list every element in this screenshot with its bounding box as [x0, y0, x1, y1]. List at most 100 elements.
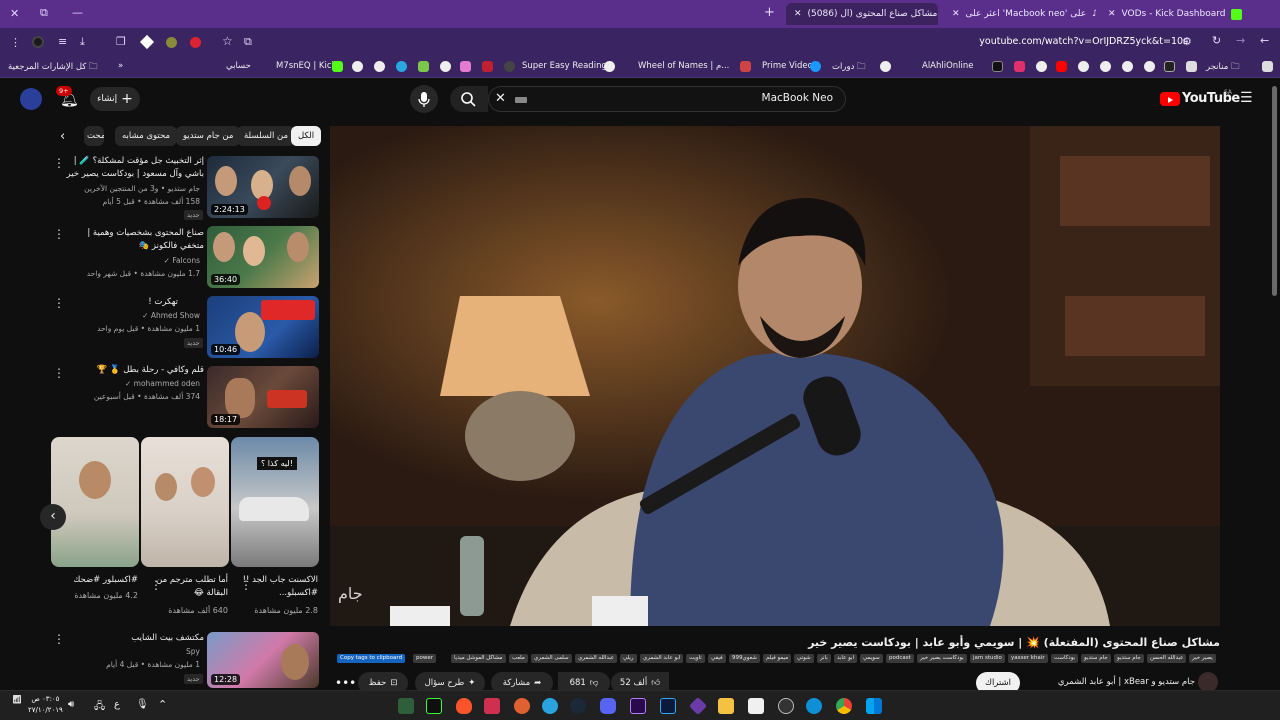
scrollbar-thumb[interactable] [1272, 86, 1277, 296]
channel-avatar[interactable] [1198, 672, 1218, 692]
bookmark-all[interactable]: كل الإشارات المرجعية 🗀 [8, 61, 98, 75]
clear-search-icon[interactable]: ✕ [495, 91, 506, 106]
chip-jam-studio[interactable]: من جام ستديو [176, 126, 241, 146]
video-tag[interactable]: تاويت [686, 654, 705, 663]
record-icon[interactable] [190, 37, 201, 48]
wifi-icon[interactable]: 📶︎ [12, 695, 22, 704]
bookmark-my-account[interactable]: حسابي [226, 61, 251, 71]
video-tag[interactable]: بودكاست [1051, 654, 1079, 663]
video-title[interactable]: إثر التخبيث جل مؤقت لمشكلة؟ 🧪 | باشي وآل… [64, 155, 204, 181]
voice-search-button[interactable] [410, 85, 438, 113]
keyboard-icon[interactable] [515, 97, 527, 103]
chip-all[interactable]: الكل [291, 126, 322, 146]
playlist-icon[interactable]: ≡ [58, 35, 67, 48]
video-player[interactable]: جام [330, 126, 1220, 626]
more-options-icon[interactable]: ⋮ [53, 366, 65, 380]
globe-icon[interactable] [374, 61, 385, 72]
chrome-icon[interactable] [836, 698, 852, 714]
menu-icon[interactable]: ⋮ [10, 36, 21, 49]
bookmark-prime-video[interactable]: Prime Video [762, 61, 813, 71]
chips-prev-icon[interactable]: ‹ [60, 129, 65, 144]
taskbar-app-icon[interactable] [778, 698, 794, 714]
video-tag[interactable]: عبدالله الشمري [575, 654, 618, 663]
download-icon[interactable]: ⤓ [80, 35, 85, 49]
video-tag[interactable]: عبدالله الحسن [1147, 654, 1187, 663]
avatar-ext-icon[interactable] [166, 37, 177, 48]
video-title[interactable]: قلم وكافي - رحلة بطل 🥇 🏆 [64, 364, 204, 377]
url-text[interactable]: youtube.com/watch?v=OrIJDRZ5yck&t=10s [979, 36, 1188, 47]
tab-youtube-active[interactable]: ✕ (5086) مشاكل صناع المحتوى (ال... [786, 3, 938, 25]
globe-icon[interactable] [440, 61, 451, 72]
more-options-icon[interactable]: ⋮ [53, 632, 65, 646]
restore-icon[interactable]: ⧉ [40, 6, 48, 20]
bookmark-icon[interactable] [1186, 61, 1197, 72]
discord-icon[interactable] [600, 698, 616, 714]
channel-name[interactable]: جام ستديو و xBear | أبو عابد الشمري [1030, 677, 1195, 687]
taskbar-app-icon[interactable] [688, 696, 708, 716]
video-tag[interactable]: ابو عابد [834, 654, 858, 663]
power-button[interactable]: power [413, 654, 436, 663]
video-tag[interactable]: podcast [886, 654, 914, 663]
new-tab-icon[interactable]: + [764, 5, 775, 20]
back-icon[interactable]: ← [1260, 34, 1269, 47]
more-options-icon[interactable]: ⋮ [53, 227, 65, 241]
taskbar-app-icon[interactable] [398, 698, 414, 714]
more-options-icon[interactable]: ⋮ [53, 296, 65, 310]
bookmark-icon[interactable] [396, 61, 407, 72]
video-tag[interactable]: ملعب [509, 654, 528, 663]
clock[interactable]: ٠٣:٠٥ ص ٢٧/١٠/٢٠١٩ [28, 694, 63, 716]
video-tag[interactable]: jam studio [970, 654, 1005, 663]
video-thumbnail[interactable]: 18:17 [207, 366, 319, 428]
video-tag[interactable]: بودكاست يصير خير [917, 654, 967, 663]
apps-icon[interactable] [1262, 61, 1273, 72]
diamond-icon[interactable] [139, 34, 155, 50]
copy-tags-button[interactable]: Copy tags to clipboard [337, 654, 406, 663]
steam-icon[interactable] [570, 698, 586, 714]
bookmark-icon[interactable] [460, 61, 471, 72]
short-thumbnail[interactable] [141, 437, 229, 567]
instagram-icon[interactable] [1014, 61, 1025, 72]
globe-icon[interactable] [880, 61, 891, 72]
video-tag[interactable]: شعوي999 [729, 654, 760, 663]
search-button[interactable] [450, 86, 488, 112]
minimize-icon[interactable]: — [72, 6, 83, 19]
more-options-icon[interactable]: ⋮ [150, 578, 162, 592]
short-thumbnail[interactable]: ليه كذا ؟! [231, 437, 319, 567]
more-actions-icon[interactable]: ••• [335, 676, 356, 690]
video-tag[interactable]: فيفي [708, 654, 726, 663]
video-thumbnail[interactable]: 2:24:13 [207, 156, 319, 218]
globe-icon[interactable] [604, 61, 615, 72]
video-channel[interactable]: Falcons ✓ [60, 256, 200, 265]
input-language[interactable]: ع [114, 699, 120, 710]
bookmark-icon[interactable] [504, 61, 515, 72]
video-tag[interactable]: بانر [817, 654, 831, 663]
video-thumbnail[interactable]: 12:28 [207, 632, 319, 688]
video-thumbnail[interactable]: 36:40 [207, 226, 319, 288]
video-title[interactable]: صناع المحتوى بشخصيات وهمية | متخفي فالكو… [64, 227, 204, 253]
globe-icon[interactable] [1144, 61, 1155, 72]
globe-icon[interactable] [1100, 61, 1111, 72]
video-tag[interactable]: شوتي [794, 654, 814, 663]
tab-close-icon[interactable]: ✕ [1108, 9, 1116, 19]
video-tag[interactable]: yasser khair [1008, 654, 1048, 663]
youtube-logo-icon[interactable] [1160, 92, 1180, 106]
chip-series[interactable]: من السلسلة [237, 126, 296, 146]
shorts-prev-button[interactable]: ‹ [40, 504, 66, 530]
microphone-tray-icon[interactable]: 🎙︎ [136, 699, 149, 710]
short-title[interactable]: #اكسبلور #ضحك [58, 574, 138, 587]
file-explorer-icon[interactable] [718, 698, 734, 714]
create-button[interactable]: إنشاء + [90, 87, 140, 111]
video-tag[interactable]: جام ستديو [1114, 654, 1144, 663]
more-options-icon[interactable]: ⋮ [53, 156, 65, 170]
brave-icon[interactable] [456, 698, 472, 714]
extensions-icon[interactable]: ❐ [116, 35, 126, 48]
taskbar-app-icon[interactable] [514, 698, 530, 714]
tab-tiktok-search[interactable]: ✕ اعثر على 'Macbook neo' على ♪ [944, 3, 1096, 25]
tab-close-icon[interactable]: ✕ [952, 9, 960, 19]
close-window-icon[interactable]: ✕ [10, 7, 19, 20]
globe-icon[interactable] [1036, 61, 1047, 72]
video-tag[interactable]: ريلي [620, 654, 637, 663]
windows-start-icon[interactable] [866, 698, 882, 714]
video-channel[interactable]: جام ستديو • و3 من المنتجين الآخرين [60, 184, 200, 193]
video-channel[interactable]: mohammed oden ✓ [60, 379, 200, 388]
